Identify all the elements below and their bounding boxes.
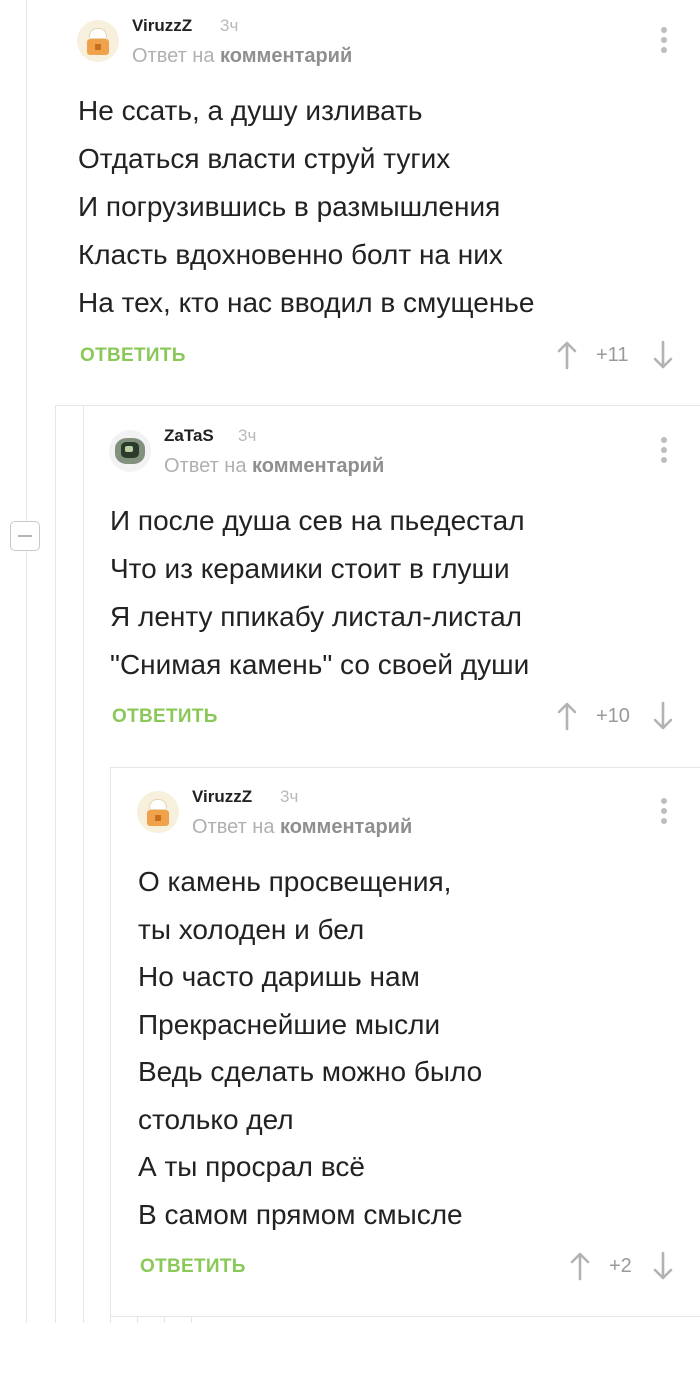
arrow-up-icon[interactable] [556,701,578,731]
comment-line: ты холоден и бел [138,913,365,945]
comment-line: Ведь сделать можно было [138,1056,483,1087]
rating-value: +11 [596,344,629,366]
more-vertical-icon[interactable] [659,27,669,55]
comment-body: Не ссать, а душу изливать Отдаться власт… [78,87,534,327]
comment-time: 3ч [280,787,299,806]
reply-prefix: Ответ на [192,816,275,838]
thread-line-3 [83,405,84,1323]
avatar[interactable] [109,430,151,472]
comment-line: Что из керамики стоит в глуши [110,553,510,584]
comment-line: О камень просвещения, [138,866,452,897]
reply-link[interactable]: комментарий [252,455,384,477]
comment-author[interactable]: ViruzzZ [132,16,192,36]
comment-line: Отдаться власти струй тугих [78,143,451,174]
reply-button[interactable]: ОТВЕТИТЬ [112,706,218,728]
comment-line: "Снимая камень" со своей души [110,649,530,680]
comment-line: И после душа сев на пьедестал [110,505,525,536]
comment-line: И погрузившись в размышления [78,191,501,222]
thread-line-1b [26,551,27,1323]
arrow-up-icon[interactable] [556,340,578,370]
arrow-up-icon[interactable] [569,1251,591,1281]
comment-body: И после душа сев на пьедестал Что из кер… [110,497,529,689]
comment-body: О камень просвещения, ты холоден и бел Н… [138,858,482,1238]
reply-to-line: Ответ на комментарий [192,816,412,839]
reply-link[interactable]: комментарий [280,816,412,838]
avatar[interactable] [137,791,179,833]
reply-button[interactable]: ОТВЕТИТЬ [80,345,186,367]
thread-line-1 [26,0,27,521]
thread-line-7 [191,1316,192,1323]
thread-line-5 [137,1316,138,1323]
reply-prefix: Ответ на [164,455,247,477]
comment-line: Прекраснейшие мысли [138,1008,441,1040]
comment-time: 3ч [220,16,239,35]
thread-line-6 [164,1316,165,1323]
comment-line: Я ленту ппикабу листал-листал [110,601,523,632]
arrow-down-icon[interactable] [652,340,674,370]
reply-to-line: Ответ на комментарий [132,45,352,68]
comment-time: 3ч [238,426,257,445]
collapse-minus-icon[interactable] [10,521,40,551]
avatar[interactable] [77,20,119,62]
comment-line: На тех, кто нас вводил в смущенье [78,287,535,318]
thread-divider-3 [110,767,700,768]
more-vertical-icon[interactable] [659,437,669,465]
rating-value: +2 [609,1255,632,1277]
reply-to-line: Ответ на комментарий [164,455,384,478]
reply-button[interactable]: ОТВЕТИТЬ [140,1256,246,1278]
comment-line: Не ссать, а душу изливать [78,95,423,126]
comment-line: Класть вдохновенно болт на них [78,239,503,270]
more-vertical-icon[interactable] [659,798,669,826]
rating-value: +10 [596,705,630,727]
reply-link[interactable]: комментарий [220,45,352,67]
comment-line: Но часто даришь нам [138,961,420,992]
comment-line: В самом прямом смысле [138,1198,463,1230]
comment-line: столько дел [138,1103,294,1135]
comment-author[interactable]: ViruzzZ [192,787,252,807]
arrow-down-icon[interactable] [652,701,674,731]
thread-line-4 [110,767,111,1323]
reply-prefix: Ответ на [132,45,215,67]
thread-divider-2 [55,405,700,406]
arrow-down-icon[interactable] [652,1251,674,1281]
thread-divider-4 [110,1316,700,1317]
thread-line-2 [55,405,56,1323]
comment-line: А ты просрал всё [138,1151,365,1182]
comment-author[interactable]: ZaTaS [164,426,214,446]
